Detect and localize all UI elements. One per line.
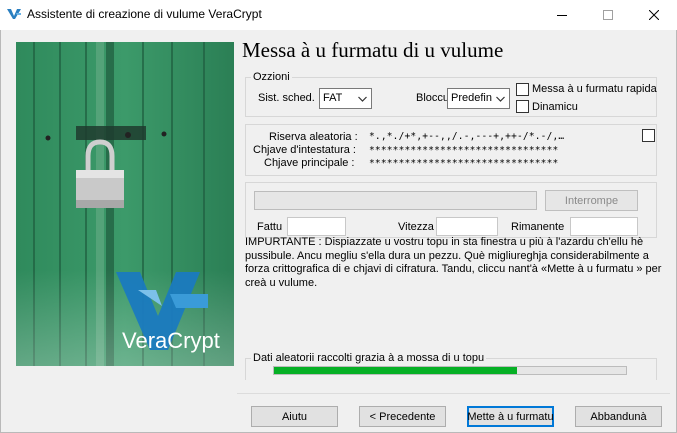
filesystem-value: FAT <box>323 92 343 104</box>
chevron-down-icon <box>358 96 367 102</box>
padlock-door-illustration <box>16 42 234 366</box>
done-label: Fattu <box>257 221 283 233</box>
header-key-value: ******************************** <box>369 145 559 156</box>
maximize-icon <box>603 10 613 20</box>
speed-field <box>436 217 498 236</box>
master-key-value: ******************************** <box>369 158 559 169</box>
abort-button[interactable]: Interrompe <box>545 190 638 211</box>
close-button[interactable] <box>631 0 677 30</box>
quick-format-label[interactable]: Messa à u furmatu rapida <box>532 83 657 95</box>
header-key-label: Chjave d'intestatura : <box>253 144 356 156</box>
page-title: Messa à u furmatu di u vulume <box>242 38 504 62</box>
minimize-button[interactable] <box>539 0 585 30</box>
previous-button[interactable]: < Precedente <box>359 406 446 427</box>
random-pool-value: *.,*./+*,+--,,/.-,---+,++-/*.-/,… <box>369 131 565 142</box>
window-title: Assistente di creazione di vulume VeraCr… <box>27 7 262 21</box>
close-icon <box>649 10 659 20</box>
master-key-label: Chjave principale : <box>264 157 355 169</box>
entropy-meter <box>273 366 627 375</box>
button-separator <box>237 393 670 394</box>
format-progress-bar <box>254 191 537 210</box>
cluster-select[interactable]: Predefin <box>447 88 510 109</box>
filesystem-label: Sist. sched. <box>258 92 315 104</box>
dynamic-label[interactable]: Dinamicu <box>532 101 578 113</box>
time-left-label: Rimanente <box>511 221 565 233</box>
title-bar: Assistente di creazione di vulume VeraCr… <box>0 0 677 30</box>
help-button[interactable]: Aiutu <box>251 406 338 427</box>
veracrypt-app-icon <box>7 9 21 19</box>
veracrypt-logo-text: VeraCrypt <box>122 328 220 353</box>
wizard-side-image: VeraCrypt <box>16 42 234 366</box>
cluster-value: Predefin <box>451 92 492 104</box>
speed-label: Vitezza <box>398 221 434 233</box>
mouse-movement-instructions: IMPURTANTE : Dispiazzate u vostru topu i… <box>245 236 662 289</box>
minimize-icon <box>557 15 567 16</box>
cancel-button[interactable]: Abbandunà <box>575 406 662 427</box>
cluster-label: Bloccu <box>416 92 450 104</box>
maximize-button <box>585 0 631 30</box>
quick-format-checkbox[interactable] <box>516 83 529 96</box>
show-pool-checkbox[interactable] <box>642 129 655 142</box>
options-legend: Ozzioni <box>251 71 292 83</box>
dynamic-checkbox[interactable] <box>516 100 529 113</box>
chevron-down-icon <box>496 96 505 102</box>
entropy-meter-fill <box>274 367 517 374</box>
entropy-label: Dati aleatorii raccolti grazia à a mossa… <box>251 352 487 364</box>
random-pool-label: Riserva aleatoria : <box>269 131 358 143</box>
filesystem-select[interactable]: FAT <box>319 88 372 109</box>
done-field <box>287 217 346 236</box>
time-left-field <box>570 217 638 236</box>
format-button[interactable]: Mette à u furmatu <box>467 406 554 427</box>
